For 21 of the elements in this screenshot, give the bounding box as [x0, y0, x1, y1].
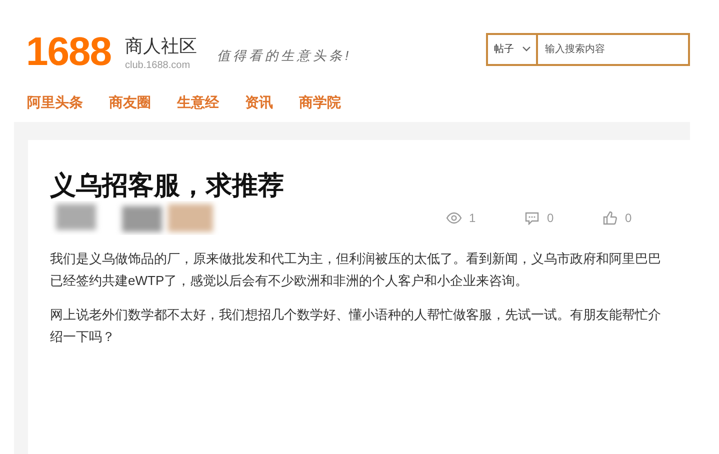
thumbs-up-icon[interactable]: [602, 211, 618, 225]
caret-icon: [522, 46, 531, 52]
nav-link[interactable]: 商学院: [299, 94, 341, 122]
post-title: 义乌招客服，求推荐: [50, 169, 285, 202]
post-paragraph: 我们是义乌做饰品的厂，原来做批发和代工为主，但利润被压的太低了。看到新闻，义乌市政府和阿里巴巴已经签约共建eWTP了，感觉以后会有不少欧洲和非洲的个人客户和小企业来咨询。: [50, 250, 662, 290]
slogan: 值得看的生意头条!: [216, 47, 352, 65]
post-paragraph: 网上说老外们数学都不太好，我们想招几个数学好、懂小语种的人帮忙做客服，先试一试。有朋友能帮忙介绍一下吗？: [50, 306, 662, 346]
eye-icon[interactable]: [446, 211, 462, 225]
nav-link[interactable]: 生意经: [177, 94, 219, 122]
nav-link[interactable]: 资讯: [245, 94, 273, 122]
site-title: 商人社区: [124, 34, 197, 58]
nav-link[interactable]: 商友圈: [109, 94, 151, 122]
search-field[interactable]: 输入搜索内容: [538, 32, 690, 66]
stat-count: 0: [547, 211, 554, 225]
comment-icon[interactable]: [524, 211, 540, 225]
nav-link[interactable]: 阿里头条: [27, 94, 83, 122]
stat-count: 1: [469, 211, 476, 225]
category-dropdown[interactable]: 帖子: [486, 32, 538, 66]
logo-number[interactable]: 1688: [26, 32, 111, 72]
site-domain: club.1688.com: [124, 60, 192, 70]
stat-count: 0: [625, 211, 632, 225]
